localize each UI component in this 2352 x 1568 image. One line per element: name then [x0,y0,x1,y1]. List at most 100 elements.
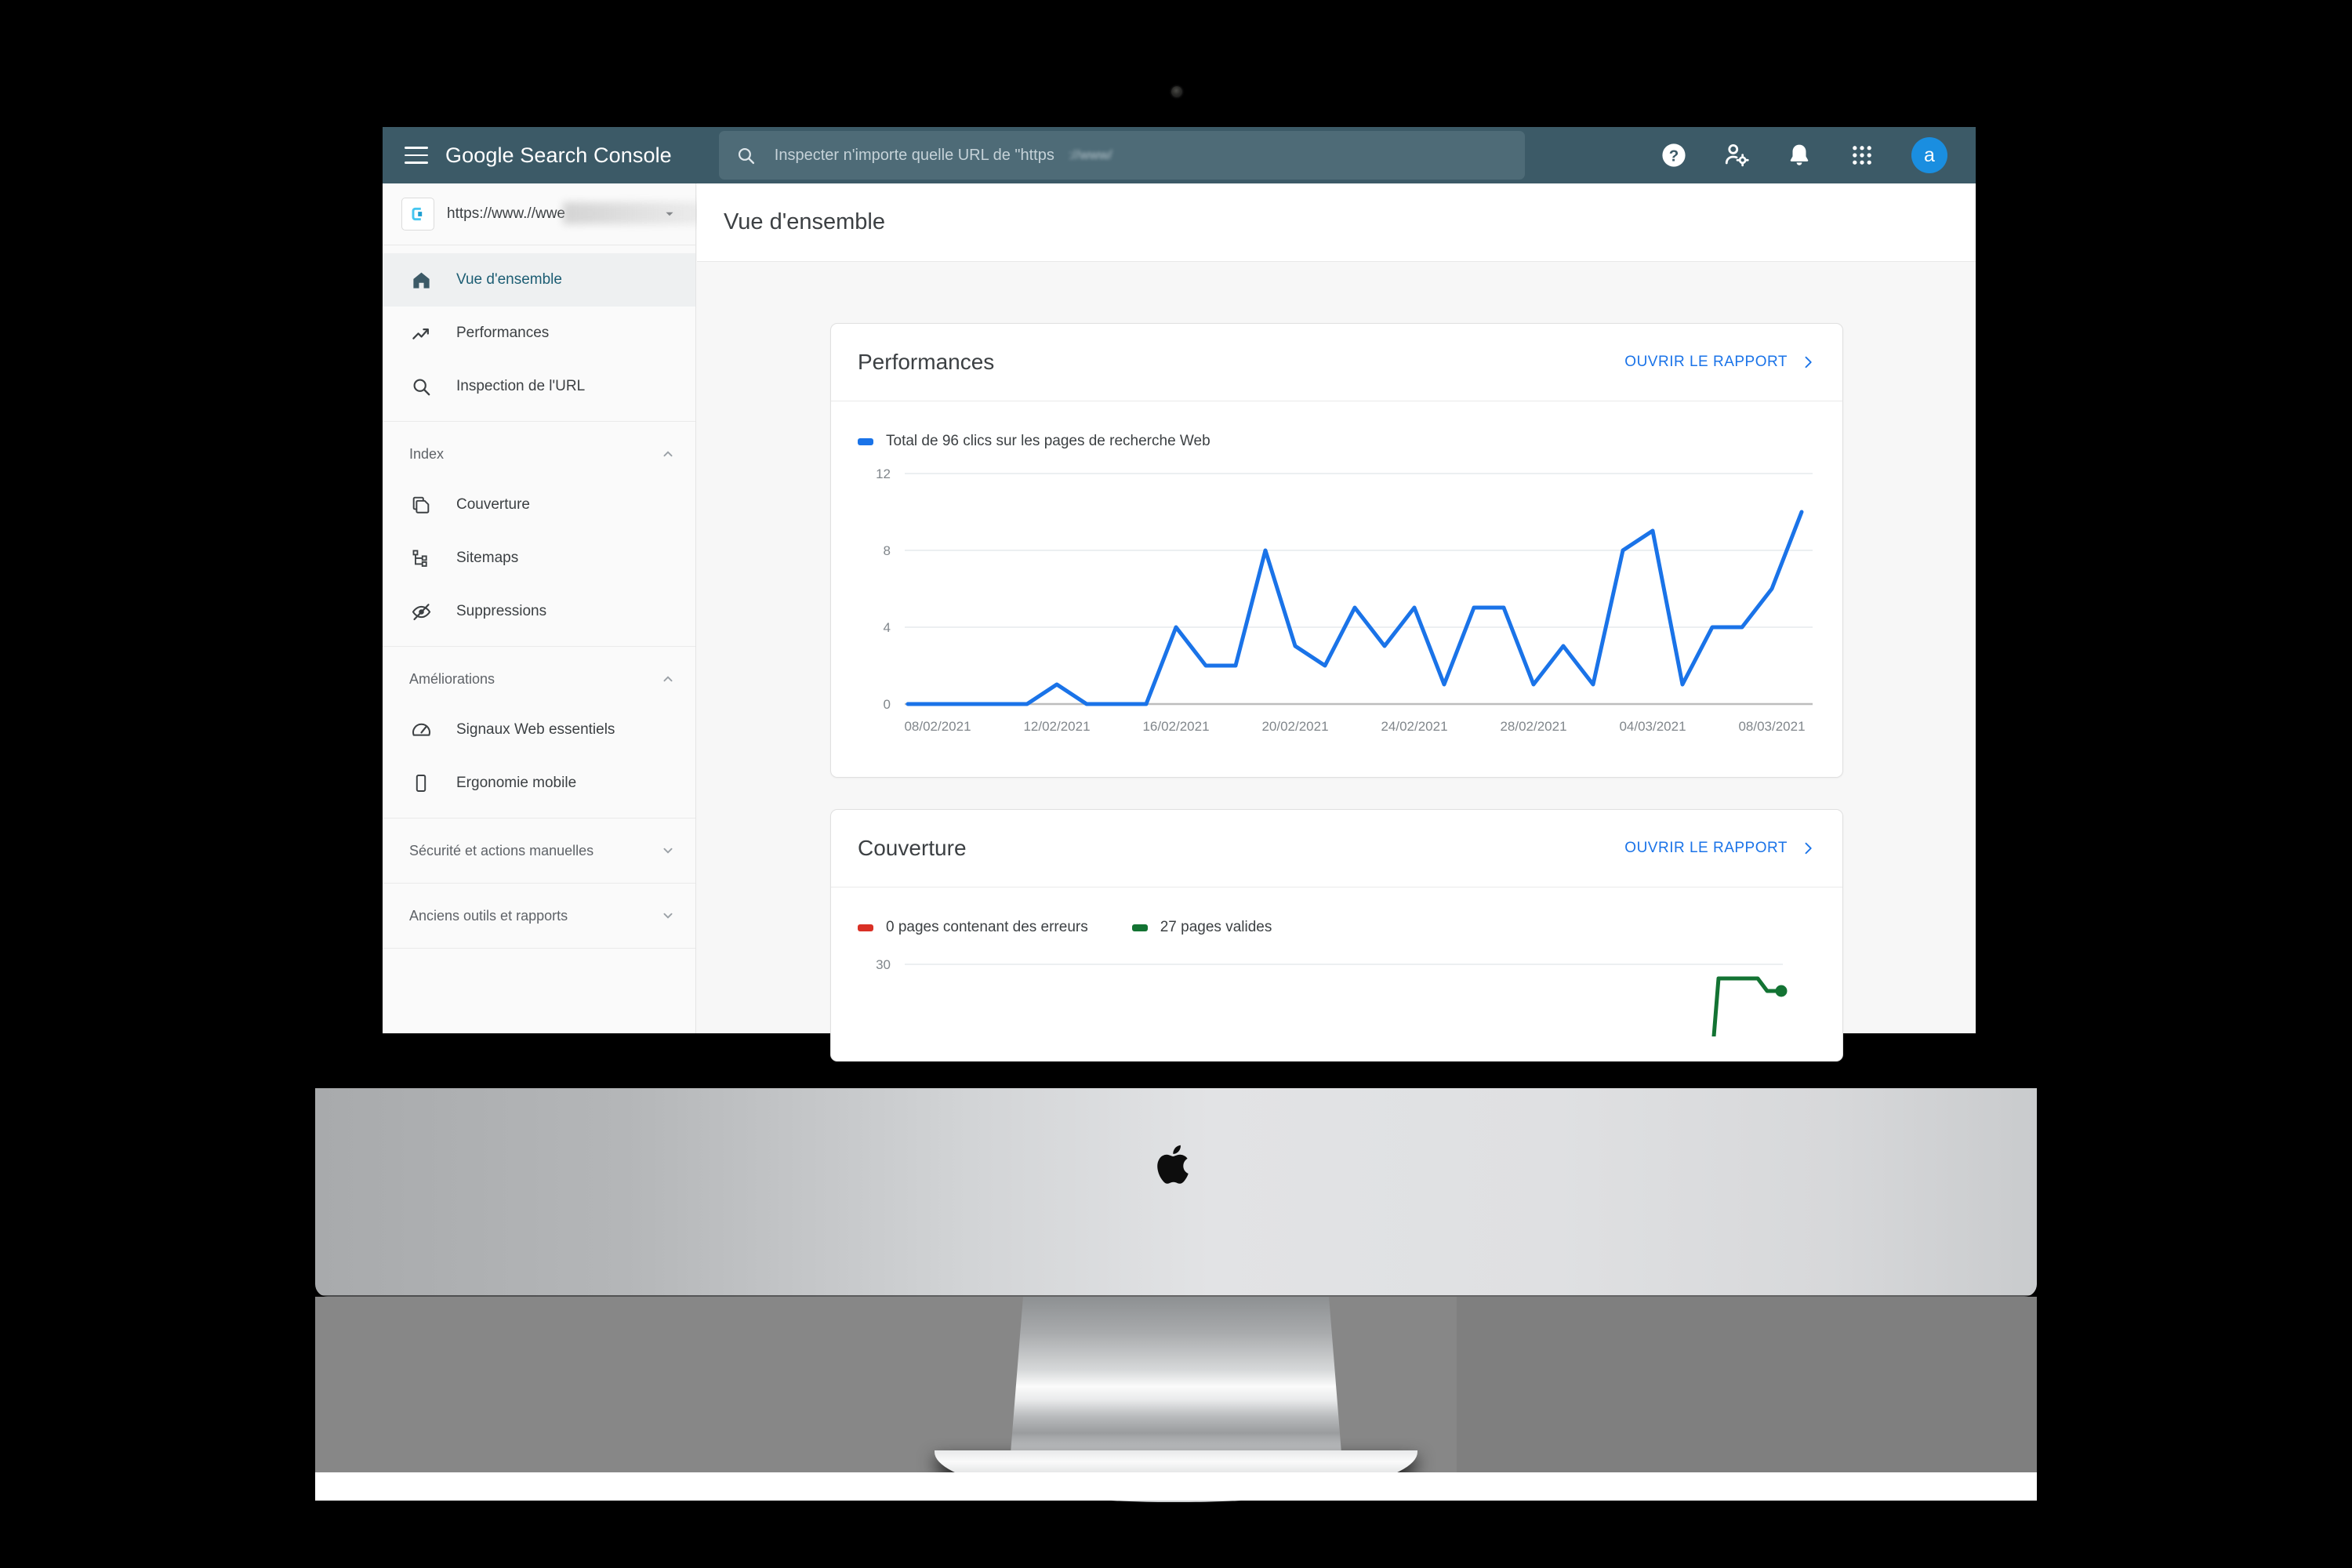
apps-grid-icon[interactable] [1849,142,1875,169]
hamburger-menu-icon[interactable] [405,147,428,164]
legend-label-valides: 27 pages valides [1160,919,1272,935]
sidebar-item-label: Sitemaps [456,550,519,566]
sidebar-group-header-index[interactable]: Index [383,430,695,478]
property-url-blurred [563,202,712,224]
legend-item-clics: Total de 96 clics sur les pages de reche… [858,433,1210,450]
performance-card: Performances OUVRIR LE RAPPORT Total de … [830,323,1843,778]
coverage-card-header: Couverture OUVRIR LE RAPPORT [831,810,1842,887]
sidebar-group-ameliorations: Améliorations Signaux Web essentiels Erg… [383,647,695,818]
property-url: https://www.//wwe [447,202,712,224]
chevron-up-icon[interactable] [659,445,677,463]
search-placeholder-text: Inspecter n'importe quelle URL de "https [774,146,1054,164]
sidebar-item-sitemaps[interactable]: Sitemaps [383,532,695,585]
sidebar-item-signaux-web-essentiels[interactable]: Signaux Web essentiels [383,703,695,757]
coverage-valid-endpoint-dot [1775,985,1788,997]
brand-search-console: Search Console [514,143,672,167]
sidebar-group-header-ameliorations[interactable]: Améliorations [383,655,695,703]
ytick-30: 30 [876,957,891,972]
chevron-up-icon[interactable] [659,670,677,688]
sidebar-group-header-securite[interactable]: Sécurité et actions manuelles [383,826,695,875]
coverage-card: Couverture OUVRIR LE RAPPORT 0 pages con… [830,809,1843,1062]
page-header: Vue d'ensemble [697,183,1976,262]
person-gear-icon[interactable] [1723,142,1750,169]
legend-item-valides: 27 pages valides [1131,919,1272,936]
legend-swatch-erreurs [858,924,873,931]
sidebar-item-label: Vue d'ensemble [456,271,562,288]
coverage-chart: 30 [831,936,1842,1036]
sidebar-item-label: Couverture [456,496,530,513]
sidebar-group-title: Anciens outils et rapports [409,907,568,924]
sitemap-icon [409,546,433,570]
sidebar-item-inspection-url[interactable]: Inspection de l'URL [383,360,695,413]
coverage-card-title: Couverture [858,836,967,860]
chevron-right-icon [1805,356,1812,368]
trending-up-icon [409,321,433,345]
legend-swatch-valides [1131,924,1148,931]
sidebar-item-suppressions[interactable]: Suppressions [383,585,695,638]
sidebar-item-vue-densemble[interactable]: Vue d'ensemble [383,253,695,307]
imac-scene: Google Search Console Inspecter n'import… [0,0,2352,1568]
sidebar: https://www.//wwe Vue d'ensemble Perform… [383,183,712,1033]
mobile-icon [409,771,433,795]
performance-series-line [906,510,1804,706]
webcam-icon [1171,86,1182,97]
ytick-4: 4 [884,620,891,635]
legend-item-erreurs: 0 pages contenant des erreurs [858,919,1088,936]
help-icon[interactable]: ? [1661,142,1687,169]
ytick-8: 8 [884,543,891,558]
sidebar-item-performances[interactable]: Performances [383,307,695,360]
xtick-5: 28/02/2021 [1500,719,1566,734]
xtick-7: 08/03/2021 [1738,719,1805,734]
property-url-text: https://www.//wwe [447,205,565,222]
coverage-line-chart: 30 [876,957,1788,1036]
performance-card-title: Performances [858,350,995,374]
eye-off-icon [409,600,433,623]
performance-line-chart: 12 8 4 0 08/02/2021 12/02/2021 16/02/202… [876,466,1813,734]
legend-swatch-clics [858,437,873,445]
svg-text:?: ? [1669,147,1679,165]
pages-copy-icon [409,493,433,517]
performance-open-report-link[interactable]: OUVRIR LE RAPPORT [1624,354,1816,371]
performance-legend: Total de 96 clics sur les pages de reche… [831,401,1842,450]
speedometer-icon [409,718,433,742]
property-logo-icon [401,198,434,230]
sidebar-group-securite: Sécurité et actions manuelles [383,818,695,884]
property-selector[interactable]: https://www.//wwe [383,183,712,245]
sidebar-group-title: Index [409,445,445,462]
sidebar-item-label: Inspection de l'URL [456,378,586,394]
sidebar-group-header-anciens-outils[interactable]: Anciens outils et rapports [383,891,695,940]
app-top-bar: Google Search Console Inspecter n'import… [383,127,1976,183]
sidebar-item-couverture[interactable]: Couverture [383,478,695,532]
sidebar-item-label: Signaux Web essentiels [456,721,615,738]
chevron-down-icon[interactable] [659,907,677,924]
xtick-1: 12/02/2021 [1023,719,1090,734]
chevron-down-icon[interactable] [659,842,677,859]
chevron-right-icon [1805,842,1812,855]
page-title: Vue d'ensemble [724,209,885,234]
performance-chart: 12 8 4 0 08/02/2021 12/02/2021 16/02/202… [831,450,1842,737]
sidebar-item-label: Ergonomie mobile [456,775,577,791]
app-brand: Google Search Console [445,143,672,168]
imac-stand-neck [1010,1297,1342,1463]
sidebar-group-anciens-outils: Anciens outils et rapports [383,884,695,949]
top-bar-actions: ? a [1661,137,1976,173]
coverage-valid-series-line [1711,976,1782,1036]
brand-google: Google [445,143,514,167]
xtick-4: 24/02/2021 [1381,719,1447,734]
search-icon [738,147,754,164]
avatar[interactable]: a [1911,137,1947,173]
xtick-2: 16/02/2021 [1142,719,1209,734]
ytick-12: 12 [876,466,891,481]
xtick-6: 04/03/2021 [1619,719,1686,734]
imac-chin [315,1088,2037,1297]
sidebar-group-index: Index Couverture Sitemaps Suppressions [383,422,695,647]
legend-label-clics: Total de 96 clics sur les pages de reche… [886,433,1210,449]
search-icon [409,375,433,398]
coverage-open-report-link[interactable]: OUVRIR LE RAPPORT [1624,840,1816,857]
bell-icon[interactable] [1786,142,1813,169]
xtick-0: 08/02/2021 [904,719,971,734]
url-inspection-search-input[interactable]: Inspecter n'importe quelle URL de "https… [718,131,1525,180]
legend-label-erreurs: 0 pages contenant des erreurs [886,919,1088,935]
performance-card-header: Performances OUVRIR LE RAPPORT [831,324,1842,401]
sidebar-item-ergonomie-mobile[interactable]: Ergonomie mobile [383,757,695,810]
